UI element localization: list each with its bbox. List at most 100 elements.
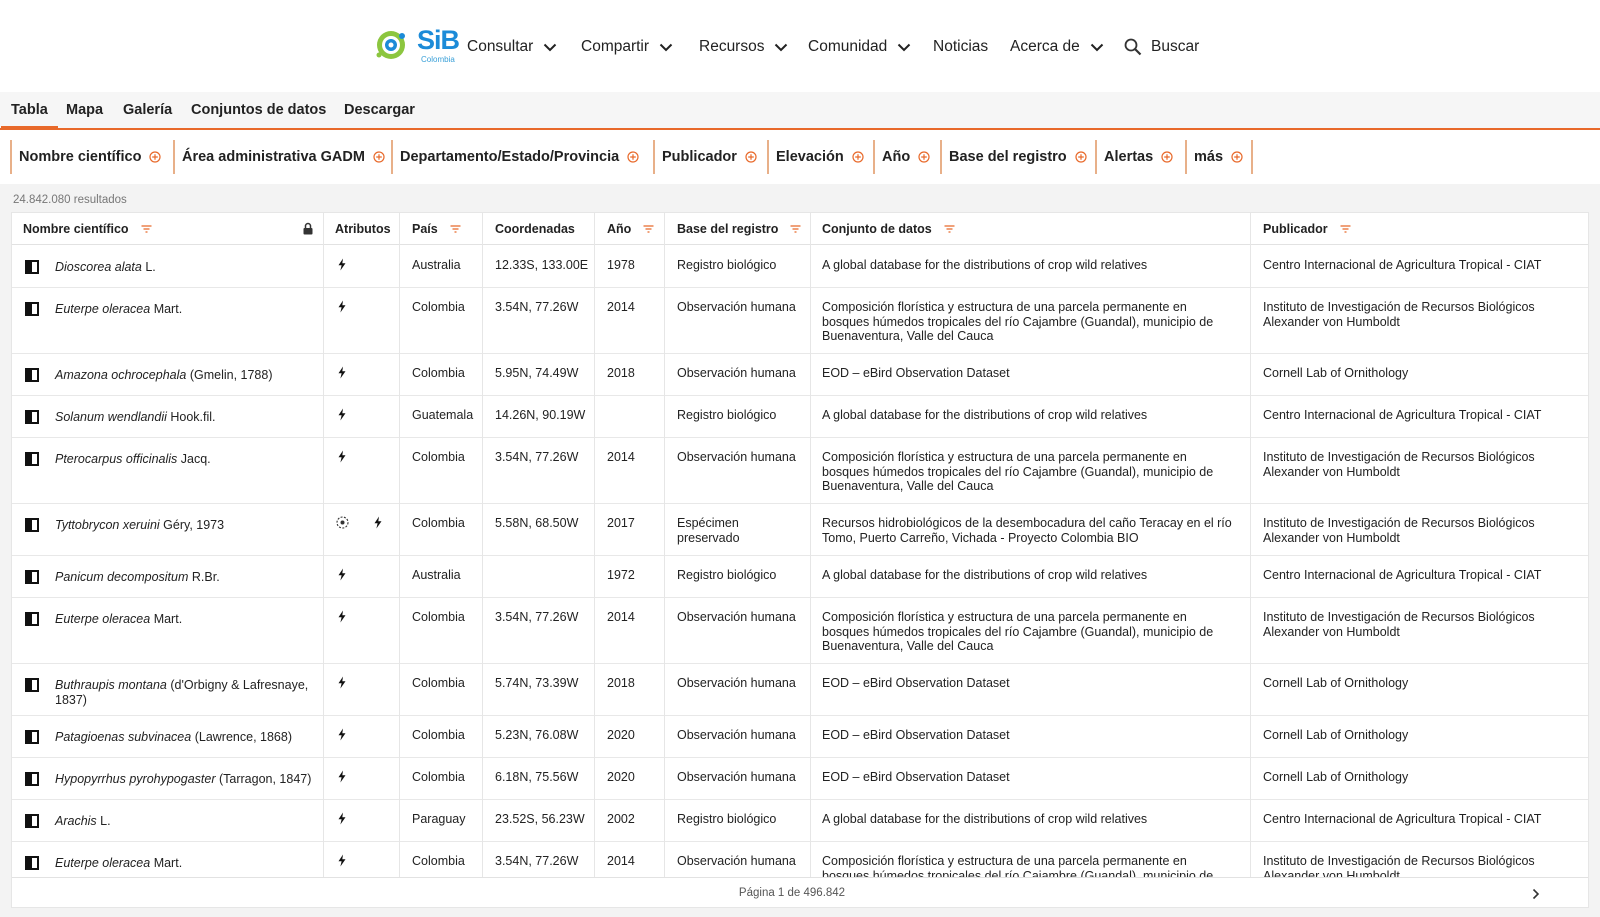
publisher-cell[interactable]: Cornell Lab of Ornithology xyxy=(1263,366,1563,381)
tab-mapa[interactable]: Mapa xyxy=(66,102,103,118)
publisher-cell[interactable]: Centro Internacional de Agricultura Trop… xyxy=(1263,258,1563,273)
row-select-checkbox[interactable] xyxy=(25,452,39,466)
row-select-checkbox[interactable] xyxy=(25,772,39,786)
publisher-cell[interactable]: Cornell Lab of Ornithology xyxy=(1263,728,1563,743)
sort-icon[interactable] xyxy=(1340,225,1351,233)
sort-icon[interactable] xyxy=(141,225,152,233)
dataset-cell[interactable]: EOD – eBird Observation Dataset xyxy=(822,366,1236,381)
table-row[interactable]: Amazona ochrocephala (Gmelin, 1788) Colom… xyxy=(12,354,1588,396)
scientific-name[interactable]: Euterpe oleracea Mart. xyxy=(55,302,317,317)
row-select-checkbox[interactable] xyxy=(25,302,39,316)
table-row[interactable]: Euterpe oleracea Mart. Colombia 3.54N, 77.… xyxy=(12,288,1588,354)
column-header-publisher[interactable]: Publicador xyxy=(1263,213,1351,245)
dataset-cell[interactable]: A global database for the distributions … xyxy=(822,408,1236,423)
filter-base-del-registro[interactable]: Base del registro xyxy=(940,140,1087,174)
scientific-name[interactable]: Solanum wendlandii Hook.fil. xyxy=(55,410,317,425)
filter-departamento[interactable]: Departamento/Estado/Provincia xyxy=(391,140,639,174)
column-header-basis-of-record[interactable]: Base del registro xyxy=(677,213,801,245)
publisher-cell[interactable]: Instituto de Investigación de Recursos B… xyxy=(1263,450,1563,479)
table-row[interactable]: Buthraupis montana (d'Orbigny & Lafresna… xyxy=(12,664,1588,716)
table-row[interactable]: Panicum decompositum R.Br. Australia 1972 R… xyxy=(12,556,1588,598)
table-row[interactable]: Arachis L. Paraguay 23.52S, 56.23W 2002 Regi… xyxy=(12,800,1588,842)
filter-alertas[interactable]: Alertas xyxy=(1095,140,1173,174)
sort-icon[interactable] xyxy=(643,225,654,233)
row-select-checkbox[interactable] xyxy=(25,570,39,584)
table-row[interactable]: Patagioenas subvinacea (Lawrence, 1868) C… xyxy=(12,716,1588,758)
row-select-checkbox[interactable] xyxy=(25,678,39,692)
scientific-name[interactable]: Patagioenas subvinacea (Lawrence, 1868) xyxy=(55,730,317,745)
publisher-cell[interactable]: Centro Internacional de Agricultura Trop… xyxy=(1263,568,1563,583)
filter-elevacion[interactable]: Elevación xyxy=(767,140,864,174)
nav-noticias[interactable]: Noticias xyxy=(933,36,988,58)
dataset-cell[interactable]: EOD – eBird Observation Dataset xyxy=(822,728,1236,743)
filter-ano[interactable]: Año xyxy=(873,140,930,174)
coordinates-cell: 3.54N, 77.26W xyxy=(495,300,579,314)
scientific-name[interactable]: Pterocarpus officinalis Jacq. xyxy=(55,452,317,467)
scientific-name[interactable]: Tyttobrycon xeruini Géry, 1973 xyxy=(55,518,317,533)
nav-search[interactable]: Buscar xyxy=(1124,36,1199,58)
row-select-checkbox[interactable] xyxy=(25,518,39,532)
dataset-cell[interactable]: EOD – eBird Observation Dataset xyxy=(822,676,1236,691)
column-header-country[interactable]: País xyxy=(412,213,461,245)
column-header-dataset[interactable]: Conjunto de datos xyxy=(822,213,955,245)
tab-conjuntos-de-datos[interactable]: Conjuntos de datos xyxy=(191,102,326,118)
publisher-cell[interactable]: Cornell Lab of Ornithology xyxy=(1263,676,1563,691)
country-cell: Colombia xyxy=(412,516,465,530)
scientific-name[interactable]: Dioscorea alata L. xyxy=(55,260,317,275)
table-row[interactable]: Tyttobrycon xeruini Géry, 1973 Colombia 5.… xyxy=(12,504,1588,556)
scientific-name[interactable]: Amazona ochrocephala (Gmelin, 1788) xyxy=(55,368,317,383)
dataset-cell[interactable]: A global database for the distributions … xyxy=(822,568,1236,583)
table-row[interactable]: Hypopyrrhus pyrohypogaster (Tarragon, 18… xyxy=(12,758,1588,800)
row-select-checkbox[interactable] xyxy=(25,612,39,626)
column-header-scientific-name[interactable]: Nombre científico xyxy=(23,213,152,245)
chevron-right-icon[interactable] xyxy=(1532,888,1540,900)
nav-acerca-de[interactable]: Acerca de xyxy=(1010,36,1104,58)
publisher-cell[interactable]: Cornell Lab of Ornithology xyxy=(1263,770,1563,785)
tab-galeria[interactable]: Galería xyxy=(123,102,172,118)
publisher-cell[interactable]: Instituto de Investigación de Recursos B… xyxy=(1263,516,1563,545)
filter-nombre-cientifico[interactable]: Nombre científico xyxy=(10,140,162,174)
nav-recursos[interactable]: Recursos xyxy=(699,36,788,58)
row-select-checkbox[interactable] xyxy=(25,410,39,424)
dataset-cell[interactable]: EOD – eBird Observation Dataset xyxy=(822,770,1236,785)
dataset-cell[interactable]: A global database for the distributions … xyxy=(822,258,1236,273)
dataset-cell[interactable]: Composición florística y estructura de u… xyxy=(822,450,1236,494)
sort-icon[interactable] xyxy=(944,225,955,233)
table-row[interactable]: Dioscorea alata L. Australia 12.33S, 133.0… xyxy=(12,246,1588,288)
scientific-name[interactable]: Buthraupis montana (d'Orbigny & Lafresna… xyxy=(55,678,317,707)
table-row[interactable]: Euterpe oleracea Mart. Colombia 3.54N, 77.… xyxy=(12,598,1588,664)
scientific-name[interactable]: Euterpe oleracea Mart. xyxy=(55,612,317,627)
scientific-name[interactable]: Hypopyrrhus pyrohypogaster (Tarragon, 18… xyxy=(55,772,317,787)
sib-colombia-logo[interactable]: SiB Colombia xyxy=(376,25,460,66)
tab-descargar[interactable]: Descargar xyxy=(344,102,415,118)
dataset-cell[interactable]: A global database for the distributions … xyxy=(822,812,1236,827)
scientific-name[interactable]: Arachis L. xyxy=(55,814,317,829)
scientific-name[interactable]: Euterpe oleracea Mart. xyxy=(55,856,317,871)
filter-mas[interactable]: más xyxy=(1185,140,1243,174)
row-select-checkbox[interactable] xyxy=(25,814,39,828)
publisher-cell[interactable]: Instituto de Investigación de Recursos B… xyxy=(1263,610,1563,639)
publisher-cell[interactable]: Instituto de Investigación de Recursos B… xyxy=(1263,300,1563,329)
filter-publicador[interactable]: Publicador xyxy=(653,140,757,174)
filter-area-administrativa-gadm[interactable]: Área administrativa GADM xyxy=(173,140,385,174)
row-select-checkbox[interactable] xyxy=(25,730,39,744)
nav-comunidad[interactable]: Comunidad xyxy=(808,36,911,58)
nav-consultar[interactable]: Consultar xyxy=(467,36,557,58)
scientific-name[interactable]: Panicum decompositum R.Br. xyxy=(55,570,317,585)
row-select-checkbox[interactable] xyxy=(25,260,39,274)
row-select-checkbox[interactable] xyxy=(25,856,39,870)
dataset-cell[interactable]: Recursos hidrobiológicos de la desemboca… xyxy=(822,516,1236,545)
row-select-checkbox[interactable] xyxy=(25,368,39,382)
dataset-cell[interactable]: Composición florística y estructura de u… xyxy=(822,610,1236,654)
publisher-cell[interactable]: Centro Internacional de Agricultura Trop… xyxy=(1263,408,1563,423)
publisher-cell[interactable]: Centro Internacional de Agricultura Trop… xyxy=(1263,812,1563,827)
table-row[interactable]: Pterocarpus officinalis Jacq. Colombia 3.5… xyxy=(12,438,1588,504)
column-header-year[interactable]: Año xyxy=(607,213,654,245)
sort-icon[interactable] xyxy=(450,225,461,233)
dataset-cell[interactable]: Composición florística y estructura de u… xyxy=(822,300,1236,344)
table-row[interactable]: Solanum wendlandii Hook.fil. Guatemala 14.… xyxy=(12,396,1588,438)
basis-of-record-cell: Registro biológico xyxy=(677,568,777,582)
tab-tabla[interactable]: Tabla xyxy=(1,102,58,129)
sort-icon[interactable] xyxy=(790,225,801,233)
nav-compartir[interactable]: Compartir xyxy=(581,36,673,58)
